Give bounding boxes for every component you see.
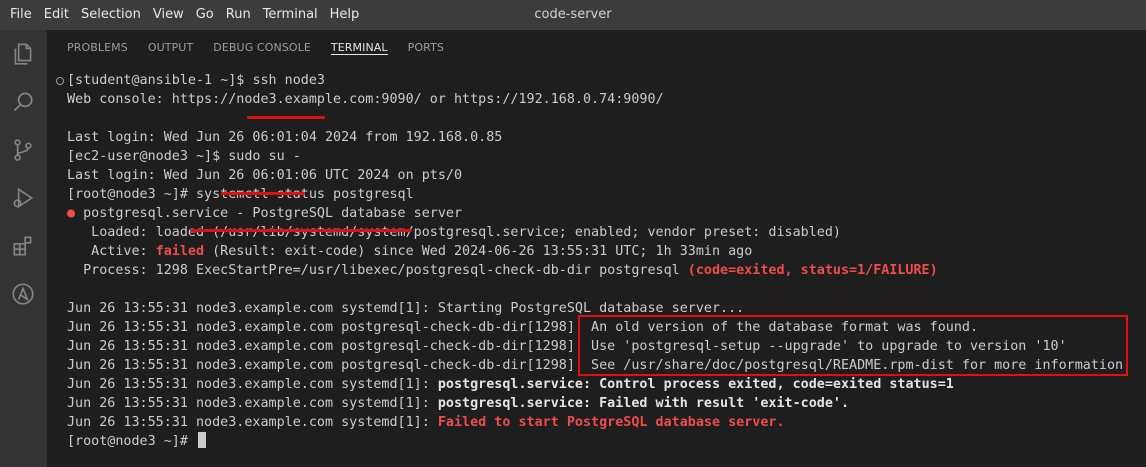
terminal-line: Loaded: loaded (/usr/lib/systemd/system/… xyxy=(67,225,841,240)
status-detail: (Result: exit-code) since Wed 2024-06-26… xyxy=(204,244,753,259)
tab-problems[interactable]: PROBLEMS xyxy=(67,30,128,55)
terminal-line: Process: 1298 ExecStartPre=/usr/libexec/… xyxy=(67,261,938,280)
annotation-underline xyxy=(247,116,325,119)
annotation-highlight-box xyxy=(578,315,1128,376)
log-prefix: Jun 26 13:55:31 node3.example.com postgr… xyxy=(67,339,592,354)
terminal-line: Jun 26 13:55:31 node3.example.com system… xyxy=(67,375,954,394)
menu-go[interactable]: Go xyxy=(190,0,220,30)
run-debug-icon[interactable] xyxy=(9,184,37,212)
terminal-line: Jun 26 13:55:31 node3.example.com system… xyxy=(67,394,849,413)
prompt-text: [root@node3 ~]# xyxy=(67,434,196,449)
terminal-line: Active: failed (Result: exit-code) since… xyxy=(67,242,752,261)
log-prefix: Jun 26 13:55:31 node3.example.com system… xyxy=(67,377,438,392)
process-failure: (code=exited, status=1/FAILURE) xyxy=(687,263,938,278)
failed-status: failed xyxy=(155,244,205,259)
tab-debug-console[interactable]: DEBUG CONSOLE xyxy=(213,30,311,55)
explorer-icon[interactable] xyxy=(9,40,37,68)
log-message: postgresql.service: Failed with result '… xyxy=(437,396,850,411)
annotation-underline xyxy=(190,229,412,232)
log-prefix: Jun 26 13:55:31 node3.example.com system… xyxy=(67,396,438,411)
ansible-icon[interactable] xyxy=(9,280,37,308)
menu-help[interactable]: Help xyxy=(324,0,366,30)
label-text: Active: xyxy=(67,244,156,259)
command-text: sudo su - xyxy=(228,149,301,164)
log-prefix: Jun 26 13:55:31 node3.example.com postgr… xyxy=(67,358,592,373)
source-control-icon[interactable] xyxy=(9,136,37,164)
terminal-line: [ec2-user@node3 ~]$ sudo su - xyxy=(67,147,301,166)
annotation-underline xyxy=(221,192,305,195)
command-text: ssh node3 xyxy=(252,73,325,88)
terminal-line: Jun 26 13:55:31 node3.example.com system… xyxy=(67,413,785,432)
extensions-icon[interactable] xyxy=(9,232,37,260)
prompt-text: [ec2-user@node3 ~]$ xyxy=(67,149,229,164)
activity-bar xyxy=(0,30,47,467)
menu-terminal[interactable]: Terminal xyxy=(257,0,324,30)
terminal-line: Web console: https://node3.example.com:9… xyxy=(67,92,664,107)
menu-view[interactable]: View xyxy=(147,0,190,30)
terminal-output[interactable]: [student@ansible-1 ~]$ ssh node3 Web con… xyxy=(47,71,1146,467)
prompt-text: [student@ansible-1 ~]$ xyxy=(67,73,253,88)
menu-file[interactable]: File xyxy=(0,0,38,30)
terminal-line: [root@node3 ~]# xyxy=(67,432,206,451)
command-decoration-icon xyxy=(56,77,64,85)
prompt-text: [root@node3 ~]# xyxy=(67,187,196,202)
tab-ports[interactable]: PORTS xyxy=(408,30,444,55)
log-prefix: Jun 26 13:55:31 node3.example.com postgr… xyxy=(67,320,592,335)
terminal-line: [student@ansible-1 ~]$ ssh node3 xyxy=(67,71,325,90)
tab-output[interactable]: OUTPUT xyxy=(148,30,193,55)
search-icon[interactable] xyxy=(9,88,37,116)
terminal-line: Last login: Wed Jun 26 06:01:06 UTC 2024… xyxy=(67,168,463,183)
menu-run[interactable]: Run xyxy=(220,0,257,30)
service-title: postgresql.service - PostgreSQL database… xyxy=(83,206,463,221)
terminal-line: ● postgresql.service - PostgreSQL databa… xyxy=(67,204,462,223)
menu-selection[interactable]: Selection xyxy=(75,0,147,30)
log-error: Failed to start PostgreSQL database serv… xyxy=(437,415,785,430)
panel: PROBLEMS OUTPUT DEBUG CONSOLE TERMINAL P… xyxy=(47,30,1146,467)
menu-edit[interactable]: Edit xyxy=(38,0,75,30)
log-prefix: Jun 26 13:55:31 node3.example.com system… xyxy=(67,415,438,430)
terminal-line: Last login: Wed Jun 26 06:01:04 2024 fro… xyxy=(67,130,503,145)
panel-tab-bar: PROBLEMS OUTPUT DEBUG CONSOLE TERMINAL P… xyxy=(47,30,1146,66)
status-bullet-icon: ● xyxy=(67,206,76,221)
title-bar: File Edit Selection View Go Run Terminal… xyxy=(0,0,1146,30)
process-text: Process: 1298 ExecStartPre=/usr/libexec/… xyxy=(67,263,688,278)
log-message: postgresql.service: Control process exit… xyxy=(437,377,954,392)
terminal-cursor xyxy=(198,432,206,448)
tab-terminal[interactable]: TERMINAL xyxy=(330,30,388,55)
